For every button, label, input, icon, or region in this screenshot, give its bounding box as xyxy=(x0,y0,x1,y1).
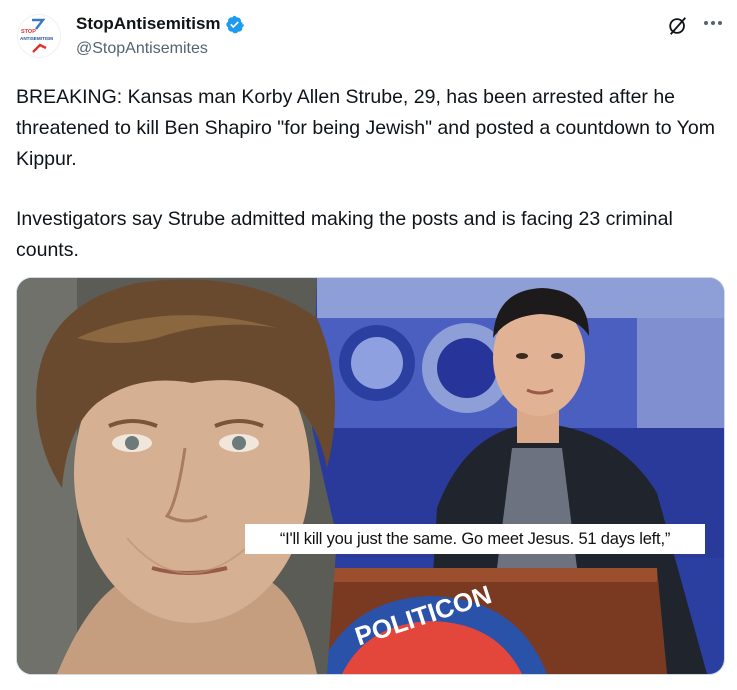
avatar-text-top: STOP xyxy=(21,29,36,35)
tweet-paragraph: Investigators say Strube admitted making… xyxy=(16,208,673,261)
more-icon[interactable] xyxy=(702,12,724,34)
verified-badge-icon xyxy=(225,15,244,33)
image-caption: “I'll kill you just the same. Go meet Je… xyxy=(245,524,705,554)
grok-icon[interactable] xyxy=(667,15,689,37)
author-name-row[interactable]: StopAntisemitism xyxy=(76,14,244,34)
avatar[interactable]: STOP ANTISEMITISM xyxy=(17,14,61,58)
display-name[interactable]: StopAntisemitism xyxy=(76,14,221,34)
tweet-paragraph: BREAKING: Kansas man Korby Allen Strube,… xyxy=(16,86,715,170)
tweet-image[interactable]: POLITICON “I'll kill you just the same. … xyxy=(16,277,725,675)
avatar-text-bottom: ANTISEMITISM xyxy=(20,36,53,41)
handle[interactable]: @StopAntisemites xyxy=(76,40,208,58)
tweet-text: BREAKING: Kansas man Korby Allen Strube,… xyxy=(16,82,726,266)
